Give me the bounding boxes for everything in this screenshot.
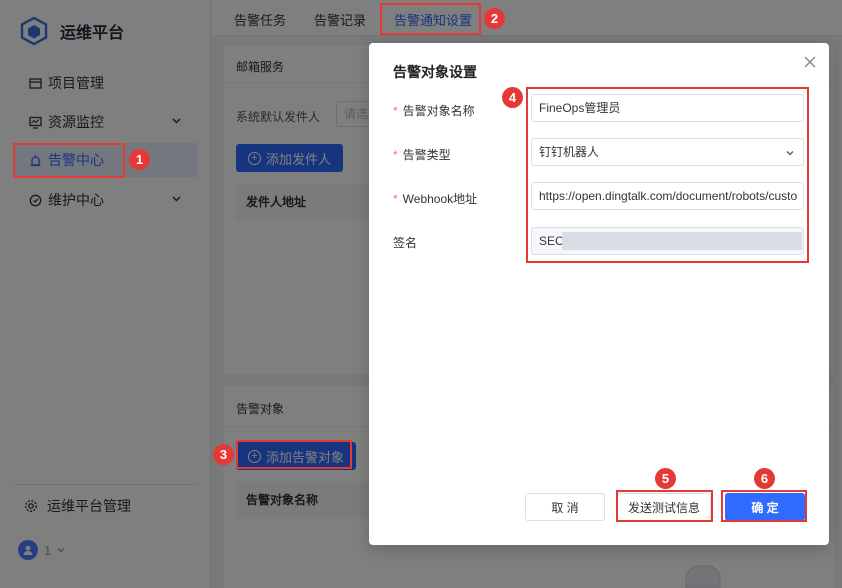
annotation-badge: 4 [502, 87, 523, 108]
highlight-box [616, 490, 713, 522]
target-name-label: * 告警对象名称 [393, 104, 475, 118]
sign-label: 签名 [393, 236, 418, 250]
annotation-badge: 3 [213, 444, 234, 465]
highlight-box [236, 440, 352, 469]
annotation-badge: 6 [754, 468, 775, 489]
alarm-type-label: * 告警类型 [393, 148, 451, 162]
highlight-box [526, 87, 809, 263]
annotation-badge: 1 [129, 149, 150, 170]
annotation-badge: 2 [484, 8, 505, 29]
close-icon[interactable] [803, 55, 817, 69]
cancel-button[interactable]: 取 消 [525, 493, 605, 521]
highlight-box [721, 490, 807, 522]
highlight-box [380, 3, 481, 35]
annotation-badge: 5 [655, 468, 676, 489]
highlight-box [13, 143, 125, 178]
dialog-title: 告警对象设置 [393, 64, 477, 80]
webhook-label: * Webhook地址 [393, 192, 478, 206]
